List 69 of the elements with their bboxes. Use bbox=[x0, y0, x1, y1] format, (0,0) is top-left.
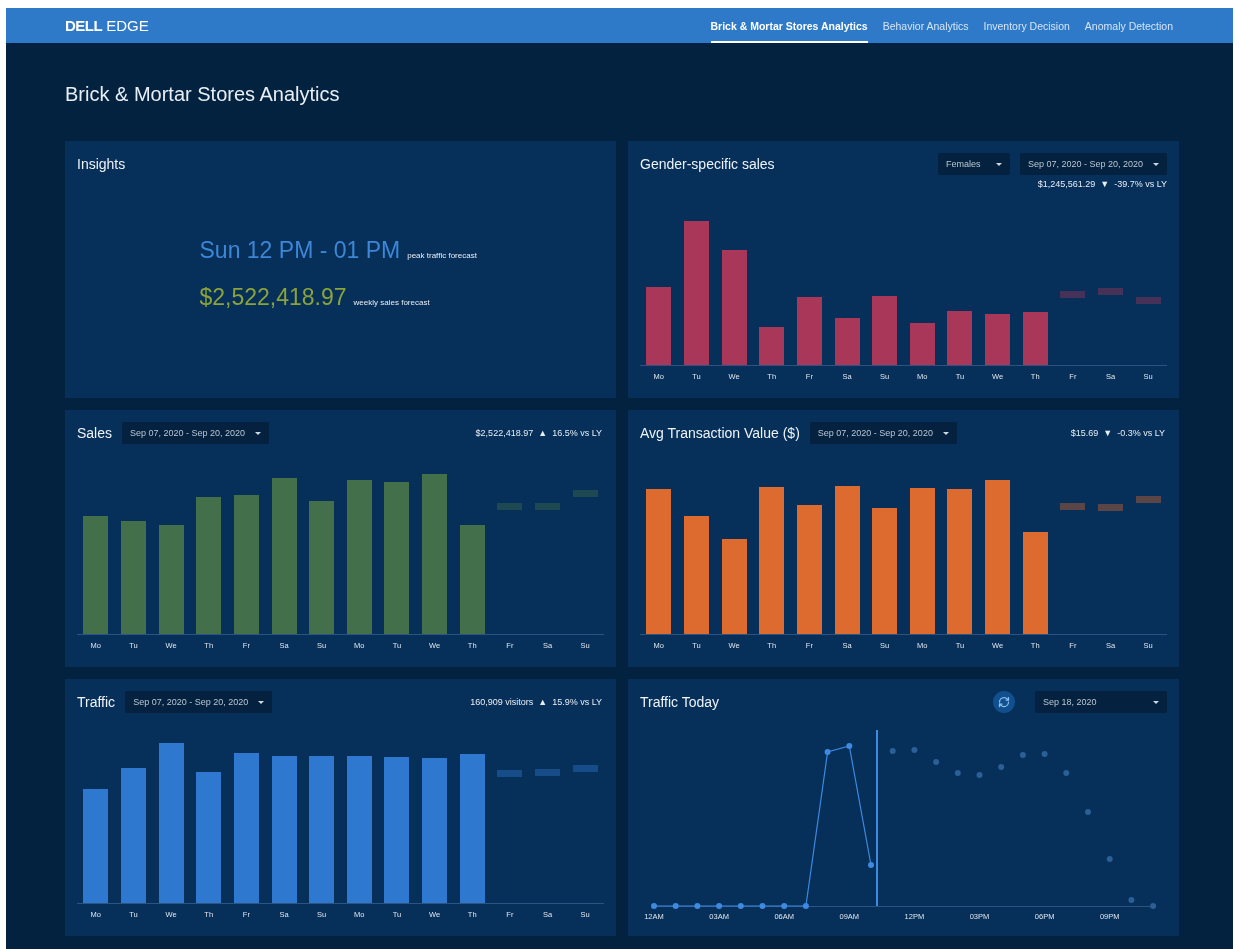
sales-summary: $2,522,418.97 ▲ 16.5% vs LY bbox=[475, 428, 603, 438]
date-dropdown[interactable]: Sep 07, 2020 - Sep 20, 2020 bbox=[809, 422, 957, 444]
forecast-point bbox=[1106, 856, 1113, 862]
forecast-marker bbox=[497, 770, 523, 777]
forecast-marker bbox=[1060, 291, 1086, 298]
caret-icon bbox=[1153, 162, 1159, 166]
nav-tab[interactable]: Inventory Decision bbox=[983, 8, 1070, 43]
data-point bbox=[759, 903, 766, 909]
data-point bbox=[781, 903, 788, 909]
forecast-marker bbox=[497, 503, 523, 510]
refresh-icon bbox=[998, 696, 1010, 708]
forecast-marker bbox=[572, 765, 598, 772]
data-point bbox=[737, 903, 744, 909]
card-title: Traffic Today bbox=[640, 694, 720, 710]
forecast-point bbox=[1085, 809, 1091, 815]
caret-icon bbox=[942, 431, 949, 435]
page-title: Brick & Mortar Stores Analytics bbox=[65, 83, 341, 107]
date-dropdown[interactable]: Sep 07, 2020 - Sep 20, 2020 bbox=[122, 422, 270, 444]
forecast-point bbox=[998, 764, 1005, 770]
card-title: Avg Transaction Value ($) bbox=[640, 425, 800, 441]
forecast-marker bbox=[1060, 503, 1086, 510]
caret-icon bbox=[995, 162, 1002, 166]
caret-icon bbox=[258, 700, 265, 704]
date-dropdown[interactable]: Sep 07, 2020 - Sep 20, 2020 bbox=[1019, 153, 1167, 175]
forecast-point bbox=[954, 770, 961, 776]
date-dropdown[interactable]: Sep 18, 2020 bbox=[1035, 691, 1167, 713]
card-title: Gender-specific sales bbox=[640, 156, 775, 172]
data-point bbox=[716, 903, 723, 909]
forecast-value: $2,522,418.97 bbox=[199, 283, 347, 311]
sales-summary: $1,245,561.29 ▼ -39.7% vs LY bbox=[1037, 179, 1167, 189]
card-title: Insights bbox=[77, 156, 126, 172]
forecast-marker bbox=[1098, 288, 1123, 295]
forecast-marker bbox=[535, 503, 560, 510]
forecast-marker bbox=[1135, 496, 1161, 503]
forecast-point bbox=[911, 747, 918, 753]
date-dropdown[interactable]: Females bbox=[937, 153, 1010, 175]
forecast-point bbox=[1019, 752, 1026, 758]
data-point bbox=[672, 903, 679, 909]
data-point bbox=[868, 862, 874, 868]
forecast-point bbox=[1041, 751, 1048, 757]
sales-summary: $15.69 ▼ -0.3% vs LY bbox=[1070, 428, 1166, 438]
date-dropdown[interactable]: Sep 07, 2020 - Sep 20, 2020 bbox=[125, 691, 273, 713]
forecast-point bbox=[889, 748, 896, 754]
forecast-point bbox=[1128, 897, 1135, 903]
forecast-label: weekly sales forecast bbox=[353, 297, 430, 307]
data-point bbox=[802, 903, 809, 909]
forecast-point bbox=[976, 772, 983, 778]
forecast-point bbox=[1063, 770, 1070, 776]
data-point bbox=[694, 903, 701, 909]
caret-icon bbox=[1153, 700, 1159, 704]
sales-summary: 160,909 visitors ▲ 15.9% vs LY bbox=[470, 697, 603, 707]
nav-tab[interactable]: Anomaly Detection bbox=[1084, 8, 1173, 43]
data-point bbox=[824, 749, 831, 755]
forecast-label: peak traffic forecast bbox=[407, 250, 477, 260]
refresh-button[interactable] bbox=[993, 691, 1015, 713]
data-point bbox=[651, 903, 657, 909]
forecast-marker bbox=[572, 490, 598, 497]
card-title: Sales bbox=[77, 425, 113, 441]
nav-tab[interactable]: Behavior Analytics bbox=[882, 8, 969, 43]
card-title: Traffic bbox=[77, 694, 116, 710]
forecast-value: Sun 12 PM - 01 PM bbox=[199, 236, 401, 264]
forecast-marker bbox=[1098, 504, 1123, 511]
forecast-point bbox=[1150, 903, 1157, 909]
forecast-marker bbox=[535, 769, 560, 776]
forecast-marker bbox=[1135, 297, 1161, 304]
forecast-point bbox=[933, 759, 940, 765]
logo: DELL EDGE bbox=[65, 17, 149, 34]
data-point bbox=[846, 743, 853, 749]
caret-icon bbox=[255, 431, 262, 435]
